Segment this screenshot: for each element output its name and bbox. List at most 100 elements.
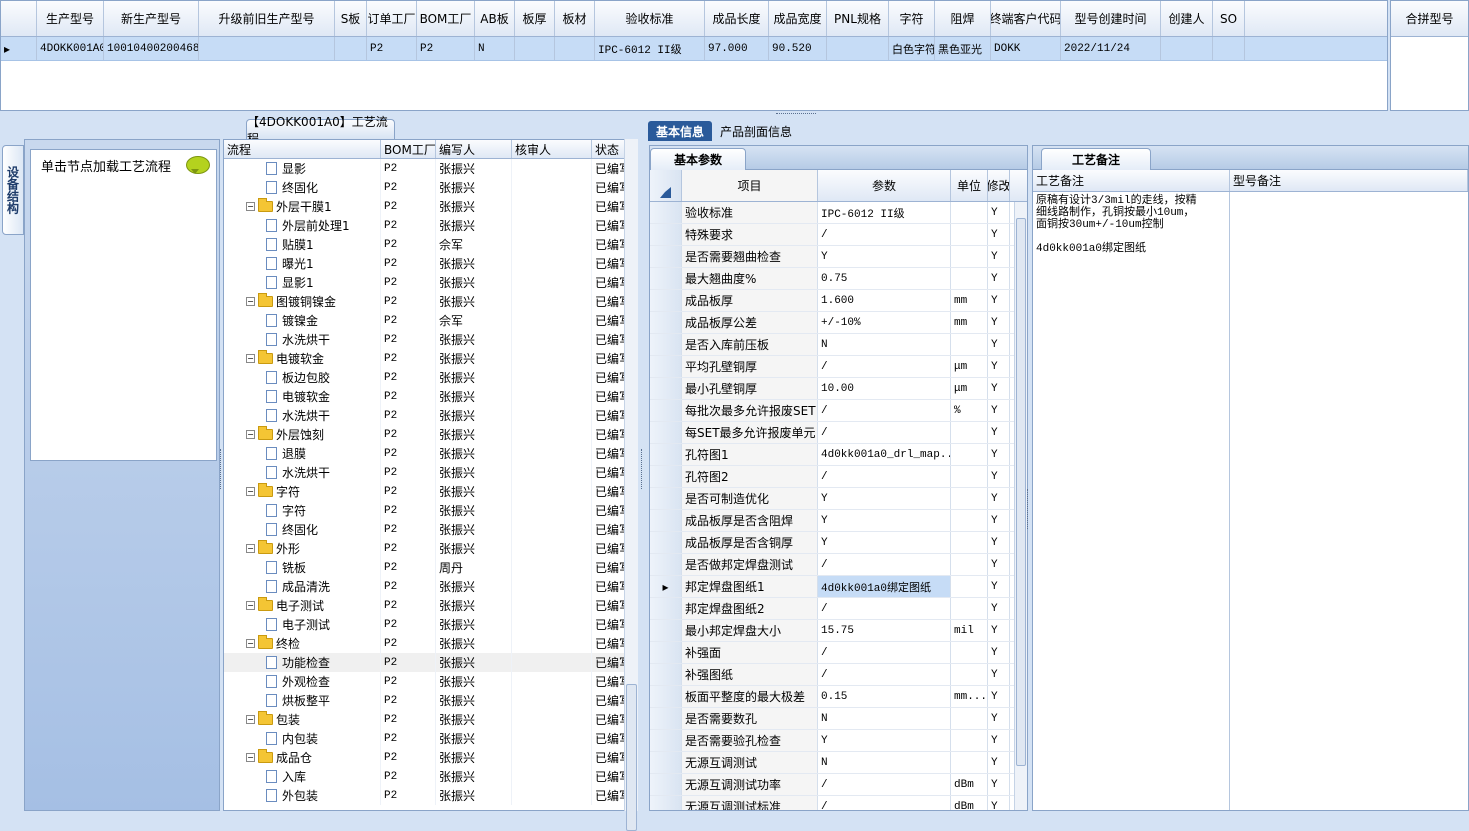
column-header[interactable]: S板: [335, 1, 367, 36]
row-indicator[interactable]: [650, 246, 682, 267]
collapse-icon[interactable]: −: [246, 297, 255, 306]
tree-node[interactable]: 字符: [224, 501, 381, 520]
tree-row[interactable]: − 成品仓 P2 张振兴 已编写: [224, 748, 637, 767]
tree-row[interactable]: 退膜 P2 张振兴 已编写: [224, 444, 637, 463]
tree-node[interactable]: 内包装: [224, 729, 381, 748]
param-value[interactable]: Y: [818, 730, 951, 751]
param-value[interactable]: 0.75: [818, 268, 951, 289]
table-cell[interactable]: 白色字符: [889, 37, 935, 60]
row-indicator[interactable]: [650, 224, 682, 245]
param-row[interactable]: 板面平整度的最大极差 0.15 mm... Y: [650, 686, 1027, 708]
tree-row[interactable]: − 电子测试 P2 张振兴 已编写: [224, 596, 637, 615]
column-header[interactable]: 参数: [818, 170, 951, 201]
param-row[interactable]: 无源互调测试标准 / dBm Y: [650, 796, 1027, 810]
column-header[interactable]: 流程: [224, 140, 381, 158]
param-value[interactable]: /: [818, 598, 951, 619]
tree-node[interactable]: 成品清洗: [224, 577, 381, 596]
collapse-icon[interactable]: −: [246, 430, 255, 439]
table-cell[interactable]: [199, 37, 335, 60]
tree-row[interactable]: 电子测试 P2 张振兴 已编写: [224, 615, 637, 634]
column-header[interactable]: 字符: [889, 1, 935, 36]
param-value[interactable]: N: [818, 752, 951, 773]
param-row[interactable]: 补强图纸 / Y: [650, 664, 1027, 686]
table-cell[interactable]: 90.520: [769, 37, 827, 60]
tree-row[interactable]: 贴膜1 P2 佘军 已编写: [224, 235, 637, 254]
param-value[interactable]: IPC-6012 II级: [818, 202, 951, 223]
row-indicator[interactable]: [650, 466, 682, 487]
tree-node[interactable]: − 外层蚀刻: [224, 425, 381, 444]
row-indicator[interactable]: [650, 642, 682, 663]
tree-row[interactable]: 终固化 P2 张振兴 已编写: [224, 178, 637, 197]
param-row[interactable]: 成品板厚 1.600 mm Y: [650, 290, 1027, 312]
param-value[interactable]: 15.75: [818, 620, 951, 641]
column-header[interactable]: 终端客户代码: [991, 1, 1061, 36]
param-value[interactable]: /: [818, 554, 951, 575]
row-indicator[interactable]: [650, 290, 682, 311]
table-row[interactable]: ▸ 4DOKK001A0 10010400200468 P2 P2 N IPC-6012 I…: [1, 37, 1387, 61]
column-header[interactable]: SO: [1213, 1, 1245, 36]
row-indicator[interactable]: [650, 422, 682, 443]
row-indicator[interactable]: [650, 774, 682, 795]
tree-node[interactable]: 铣板: [224, 558, 381, 577]
tree-node[interactable]: 电子测试: [224, 615, 381, 634]
tree-node[interactable]: 功能检查: [224, 653, 381, 672]
horizontal-splitter[interactable]: [0, 111, 1469, 119]
tree-row[interactable]: 曝光1 P2 张振兴 已编写: [224, 254, 637, 273]
row-indicator[interactable]: [650, 378, 682, 399]
param-value[interactable]: Y: [818, 246, 951, 267]
collapse-icon[interactable]: −: [246, 639, 255, 648]
row-indicator[interactable]: [650, 598, 682, 619]
row-indicator[interactable]: [650, 664, 682, 685]
param-row[interactable]: 是否入库前压板 N Y: [650, 334, 1027, 356]
param-value[interactable]: /: [818, 796, 951, 810]
table-cell[interactable]: 黑色亚光: [935, 37, 991, 60]
column-header[interactable]: 生产型号: [37, 1, 104, 36]
table-cell[interactable]: P2: [417, 37, 475, 60]
column-header[interactable]: PNL规格: [827, 1, 889, 36]
table-cell[interactable]: 4DOKK001A0: [37, 37, 104, 60]
row-indicator[interactable]: [650, 686, 682, 707]
tree-node[interactable]: 外包装: [224, 786, 381, 805]
row-indicator[interactable]: ▸: [650, 576, 682, 597]
tree-row[interactable]: 烘板整平 P2 张振兴 已编写: [224, 691, 637, 710]
param-value[interactable]: /: [818, 466, 951, 487]
column-header[interactable]: 成品宽度: [769, 1, 827, 36]
tree-row[interactable]: 水洗烘干 P2 张振兴 已编写: [224, 463, 637, 482]
tree-row[interactable]: 内包装 P2 张振兴 已编写: [224, 729, 637, 748]
tree-node[interactable]: 电镀软金: [224, 387, 381, 406]
tree-node[interactable]: − 图镀铜镍金: [224, 292, 381, 311]
row-indicator[interactable]: ▸: [1, 37, 37, 60]
column-header[interactable]: BOM工厂: [381, 140, 436, 158]
tree-row[interactable]: 水洗烘干 P2 张振兴 已编写: [224, 406, 637, 425]
tree-node[interactable]: 外层前处理1: [224, 216, 381, 235]
param-row[interactable]: 验收标准 IPC-6012 II级 Y: [650, 202, 1027, 224]
column-header[interactable]: AB板: [475, 1, 515, 36]
param-row[interactable]: 成品板厚是否含阻焊 Y Y: [650, 510, 1027, 532]
column-header[interactable]: 订单工厂: [367, 1, 417, 36]
tree-node[interactable]: 外观检查: [224, 672, 381, 691]
row-indicator[interactable]: [650, 708, 682, 729]
notes-title[interactable]: 工艺备注: [1041, 148, 1151, 170]
row-indicator[interactable]: [650, 554, 682, 575]
scroll-thumb[interactable]: [626, 684, 637, 831]
tree-row[interactable]: − 电镀软金 P2 张振兴 已编写: [224, 349, 637, 368]
param-value[interactable]: 0.15: [818, 686, 951, 707]
tree-row[interactable]: − 外层干膜1 P2 张振兴 已编写: [224, 197, 637, 216]
tree-node[interactable]: − 字符: [224, 482, 381, 501]
param-value[interactable]: /: [818, 664, 951, 685]
process-note-text[interactable]: 原稿有设计3/3mil的走线，按精 细线路制作，孔铜按最小10um， 面铜按30…: [1033, 192, 1230, 810]
table-cell[interactable]: 97.000: [705, 37, 769, 60]
tree-row[interactable]: 显影 P2 张振兴 已编写: [224, 159, 637, 178]
tree-row[interactable]: 成品清洗 P2 张振兴 已编写: [224, 577, 637, 596]
param-row[interactable]: 每批次最多允许报废SET /% Y: [650, 400, 1027, 422]
column-header[interactable]: 验收标准: [595, 1, 705, 36]
param-value[interactable]: Y: [818, 488, 951, 509]
collapse-icon[interactable]: −: [246, 601, 255, 610]
tree-node[interactable]: 板边包胶: [224, 368, 381, 387]
tree-row[interactable]: 终固化 P2 张振兴 已编写: [224, 520, 637, 539]
tree-row[interactable]: 铣板 P2 周丹 已编写: [224, 558, 637, 577]
row-indicator[interactable]: [650, 400, 682, 421]
tree-row[interactable]: 功能检查 P2 张振兴 已编写: [224, 653, 637, 672]
param-value[interactable]: /: [818, 774, 951, 795]
tree-node[interactable]: − 包装: [224, 710, 381, 729]
